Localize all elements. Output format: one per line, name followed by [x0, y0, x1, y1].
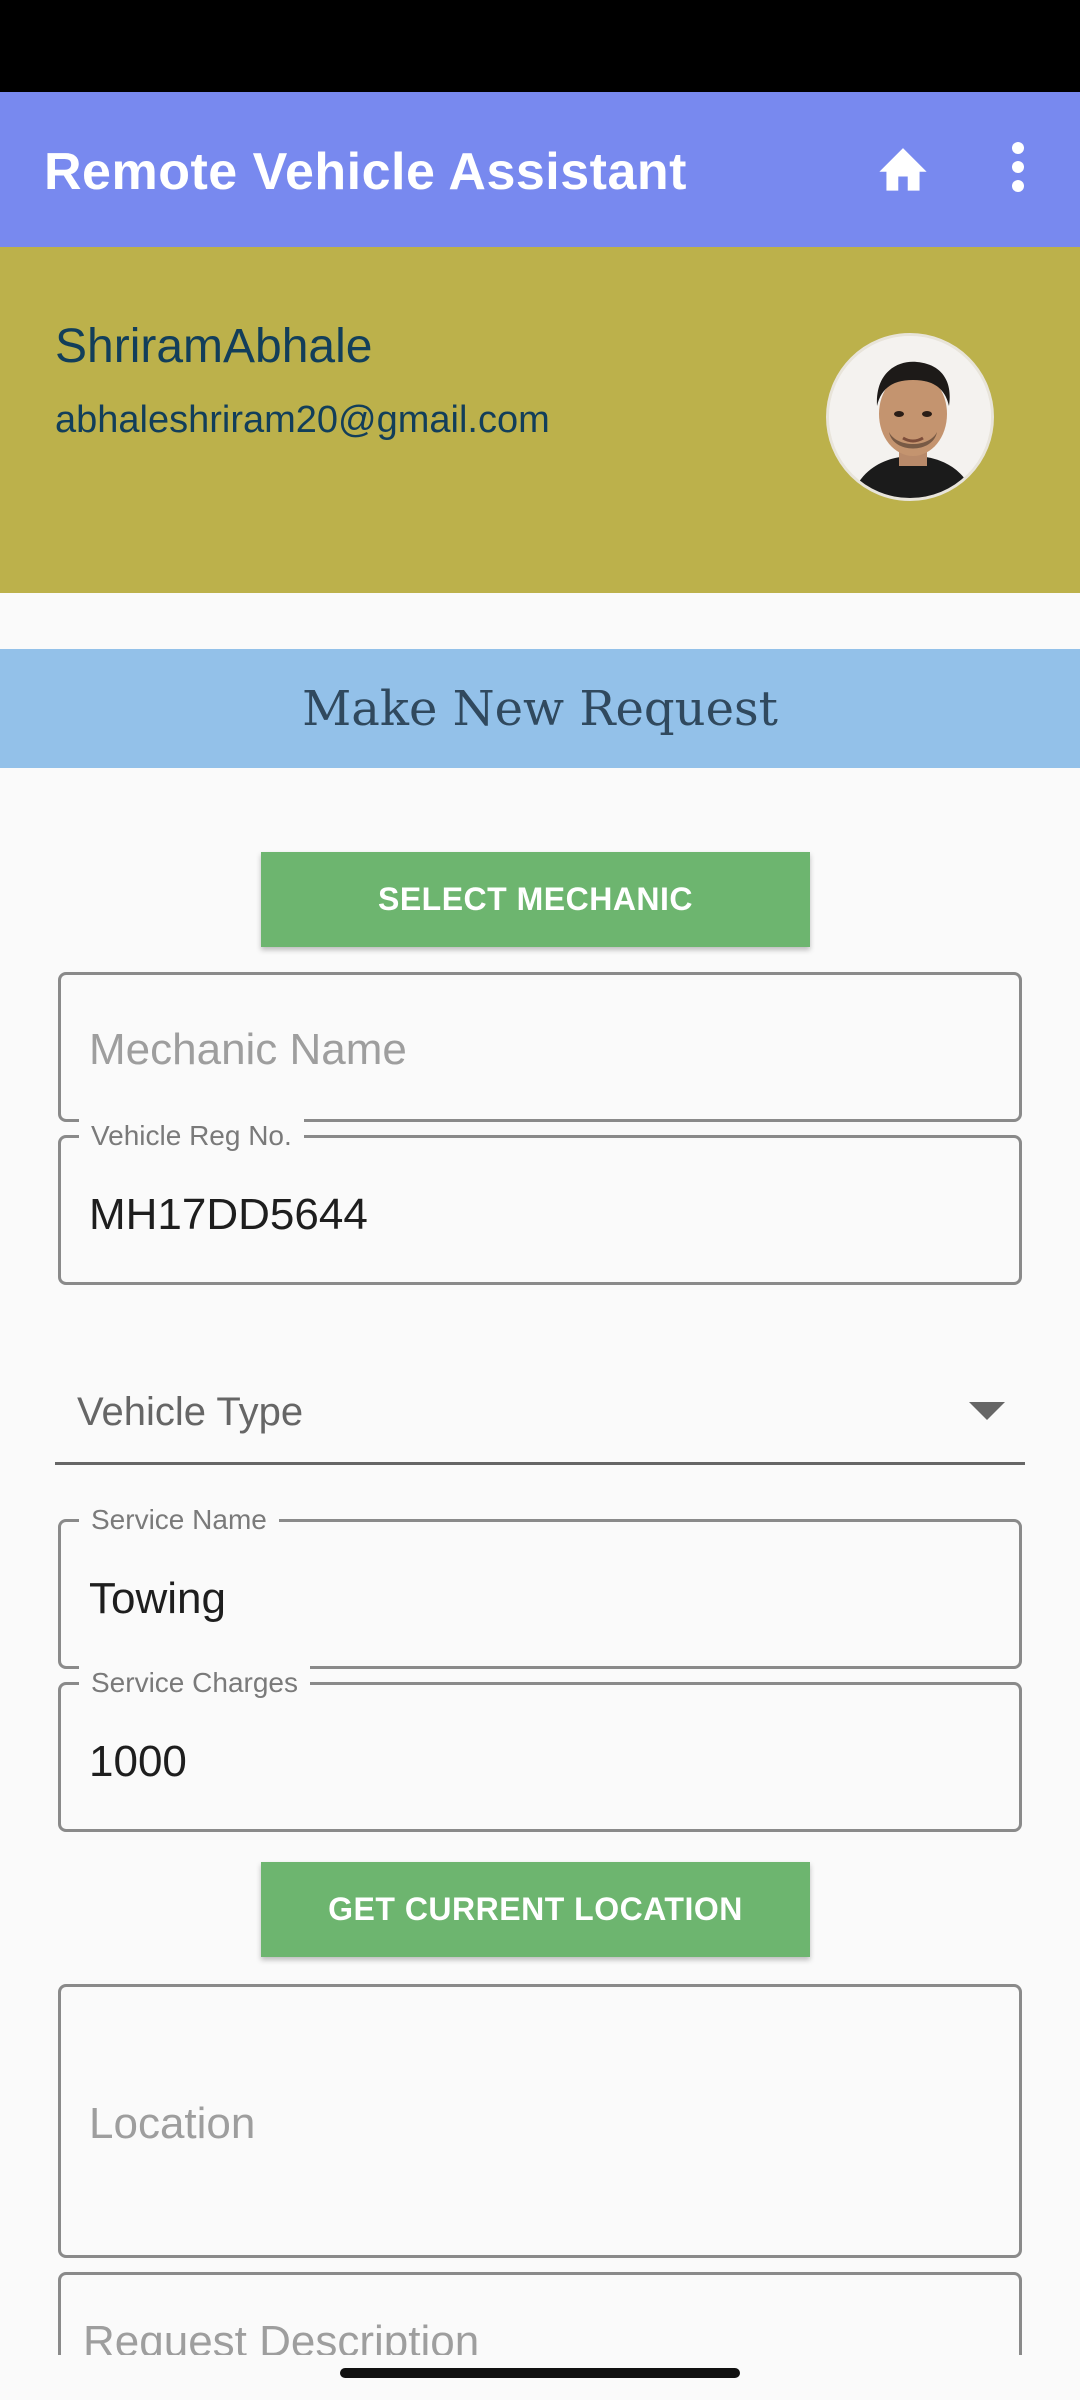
profile-email: abhaleshriram20@gmail.com: [55, 399, 550, 441]
request-title: Make New Request: [302, 680, 778, 737]
service-charges-value: 1000: [89, 1737, 187, 1786]
app-bar: Remote Vehicle Assistant: [0, 92, 1080, 247]
gesture-navigation-handle[interactable]: [340, 2368, 740, 2378]
service-charges-field[interactable]: Service Charges 1000: [58, 1666, 1022, 1832]
home-button[interactable]: [868, 132, 938, 202]
get-current-location-button[interactable]: GET CURRENT LOCATION: [261, 1862, 810, 1957]
location-placeholder: Location: [89, 2099, 256, 2148]
vehicle-type-label: Vehicle Type: [77, 1390, 304, 1434]
location-field[interactable]: Location: [58, 1984, 1022, 2258]
service-name-field[interactable]: Service Name Towing: [58, 1503, 1022, 1669]
vehicle-reg-label: Vehicle Reg No.: [79, 1119, 304, 1153]
more-options-button[interactable]: [990, 132, 1046, 202]
vehicle-type-dropdown[interactable]: Vehicle Type: [55, 1350, 1025, 1465]
more-vert-icon: [1012, 142, 1024, 192]
vehicle-reg-value: MH17DD5644: [89, 1190, 368, 1239]
avatar: [826, 333, 994, 501]
dropdown-arrow-icon: [969, 1402, 1005, 1420]
vehicle-reg-field[interactable]: Vehicle Reg No. MH17DD5644: [58, 1119, 1022, 1285]
service-name-label: Service Name: [79, 1503, 279, 1537]
request-banner: Make New Request: [0, 649, 1080, 768]
service-name-value: Towing: [89, 1574, 226, 1623]
profile-header: ShriramAbhale abhaleshriram20@gmail.com: [0, 247, 1080, 593]
mechanic-name-field[interactable]: Mechanic Name: [58, 972, 1022, 1122]
service-charges-label: Service Charges: [79, 1666, 310, 1700]
mechanic-name-placeholder: Mechanic Name: [89, 1025, 407, 1074]
status-bar: [0, 0, 1080, 92]
home-icon: [879, 148, 927, 191]
avatar-photo: [829, 336, 991, 498]
select-mechanic-button[interactable]: SELECT MECHANIC: [261, 852, 810, 947]
profile-name: ShriramAbhale: [55, 320, 373, 373]
app-title: Remote Vehicle Assistant: [44, 143, 687, 201]
